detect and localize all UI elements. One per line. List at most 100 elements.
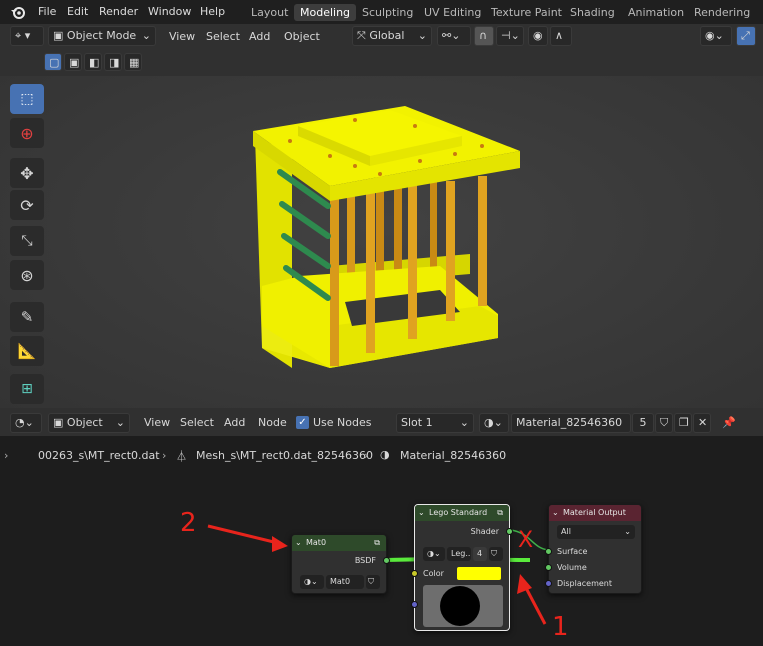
gizmo-toggle[interactable]: ⤢ (736, 26, 756, 46)
add-cube-tool[interactable]: ⊞ (10, 374, 44, 404)
select-new-button[interactable]: ▢ (44, 53, 62, 71)
displacement-input-socket[interactable] (545, 580, 552, 587)
unlink-material-button[interactable]: ✕ (693, 413, 711, 433)
node-group-user-count[interactable]: 4 (473, 547, 487, 561)
shader-type-label: Object (66, 416, 103, 429)
shader-type-dropdown[interactable]: ▣ Object ⌄ (48, 413, 130, 433)
shield-icon[interactable]: ⛉ (366, 575, 380, 589)
tab-sculpting[interactable]: Sculpting (356, 4, 419, 21)
mode-dropdown[interactable]: ▣ Object Mode ⌄ (48, 26, 156, 46)
annotate-tool[interactable]: ✎ (10, 302, 44, 332)
rotate-tool[interactable]: ⟳ (10, 190, 44, 220)
duplicate-material-button[interactable]: ❐ (674, 413, 692, 433)
node-mat0-title: Mat0 (306, 538, 327, 547)
pencil-icon: ✎ (20, 308, 34, 326)
falloff-button[interactable]: ∧ (550, 26, 572, 46)
select-box-tool[interactable]: ⬚ (10, 84, 44, 114)
transform-tool[interactable]: ⊛ (10, 260, 44, 290)
node-editor-header: ◔⌄ ▣ Object ⌄ View Select Add Node ✓ Use… (0, 408, 763, 436)
3d-viewport[interactable]: ⬚ ⊕ ✥ ⟳ ⤡ ⊛ ✎ 📐 ⊞ (0, 76, 763, 408)
viewport-menu-view[interactable]: View (169, 30, 195, 43)
fake-user-button[interactable]: ⛉ (655, 413, 673, 433)
select-difference-icon: ◨ (109, 56, 120, 69)
cursor-tool[interactable]: ⊕ (10, 118, 44, 148)
chevron-down-icon: ⌄ (459, 416, 469, 429)
node-mat0[interactable]: ⌄ Mat0 ⧉ BSDF ◑⌄ Mat0 ⛉ (291, 534, 390, 594)
move-tool[interactable]: ✥ (10, 158, 44, 188)
tab-uv-editing[interactable]: UV Editing (418, 4, 487, 21)
node-canvas[interactable]: 2 1 X ⌄ Mat0 ⧉ BSDF ◑⌄ Mat0 ⛉ ⌄ Lego Sta… (0, 474, 763, 646)
color-input-socket[interactable] (411, 570, 418, 577)
shield-icon[interactable]: ⛉ (489, 547, 503, 561)
snap-toggle[interactable]: ∩ (474, 26, 494, 46)
collapse-chevron-icon[interactable]: ⌄ (552, 505, 559, 521)
tab-shading[interactable]: Shading (564, 4, 621, 21)
tab-rendering[interactable]: Rendering (688, 4, 756, 21)
select-subtract-icon: ◧ (89, 56, 100, 69)
select-subtract-button[interactable]: ◧ (84, 53, 102, 71)
orientation-label: Global (369, 29, 405, 42)
tab-animation[interactable]: Animation (622, 4, 690, 21)
slot-dropdown[interactable]: Slot 1 ⌄ (396, 413, 474, 433)
output-target-dropdown[interactable]: All ⌄ (557, 525, 635, 539)
menu-render[interactable]: Render (99, 5, 138, 18)
use-nodes-checkbox[interactable]: ✓ (296, 416, 309, 429)
collapse-chevron-icon[interactable]: ⌄ (418, 505, 425, 521)
user-count-button[interactable]: 5 (632, 413, 654, 433)
use-nodes-label: Use Nodes (313, 416, 372, 429)
node-mat0-header[interactable]: ⌄ Mat0 ⧉ (292, 535, 386, 551)
proportional-editing-toggle[interactable]: ◉ (528, 26, 548, 46)
menu-window[interactable]: Window (148, 5, 191, 18)
blender-logo-icon[interactable] (10, 4, 26, 23)
menu-file[interactable]: File (38, 5, 56, 18)
mode-label: Object Mode (66, 29, 137, 42)
vector-input-socket[interactable] (411, 601, 418, 608)
node-editor-icon: ◔ (15, 416, 25, 429)
select-intersect-button[interactable]: ▦ (124, 53, 142, 71)
node-output-header[interactable]: ⌄ Material Output (549, 505, 641, 521)
pivot-button[interactable]: ⚯⌄ (437, 26, 471, 46)
collapse-chevron-icon[interactable]: ⌄ (295, 535, 302, 551)
bsdf-output-socket[interactable] (383, 557, 390, 564)
scale-tool[interactable]: ⤡ (10, 226, 44, 256)
visibility-button[interactable]: ◉⌄ (700, 26, 732, 46)
menu-edit[interactable]: Edit (67, 5, 88, 18)
node-menu-view[interactable]: View (144, 416, 170, 429)
tab-modeling[interactable]: Modeling (294, 4, 357, 21)
viewport-menu-object[interactable]: Object (284, 30, 320, 43)
chevron-down-icon: ⌄ (115, 416, 125, 429)
node-lego-standard[interactable]: ⌄ Lego Standard ⧉ Shader ◑⌄ Leg.. 4 ⛉ Co… (411, 504, 513, 631)
volume-input-socket[interactable] (545, 564, 552, 571)
node-lego-header[interactable]: ⌄ Lego Standard ⧉ (415, 505, 509, 521)
color-swatch[interactable] (457, 567, 501, 580)
node-menu-select[interactable]: Select (180, 416, 214, 429)
node-menu-node[interactable]: Node (258, 416, 287, 429)
snap-target-button[interactable]: ⊣⌄ (496, 26, 524, 46)
editor-type-button[interactable]: ◔⌄ (10, 413, 42, 433)
shader-output-socket[interactable] (506, 528, 513, 535)
pin-icon[interactable]: 📌 (722, 416, 736, 429)
node-mat0-material-field[interactable]: Mat0 (326, 575, 364, 589)
shader-output-label: Shader (470, 527, 499, 536)
magnet-icon: ∩ (479, 29, 488, 42)
breadcrumb-mesh: Mesh_s\MT_rect0.dat_82546360 (196, 449, 374, 462)
viewport-menu-select[interactable]: Select (206, 30, 240, 43)
editor-type-button[interactable]: ⌖ ▾ (10, 26, 44, 46)
node-menu-add[interactable]: Add (224, 416, 245, 429)
viewport-menu-add[interactable]: Add (249, 30, 270, 43)
group-browse-button[interactable]: ◑⌄ (423, 547, 445, 561)
tab-texture-paint[interactable]: Texture Paint (485, 4, 568, 21)
select-extend-button[interactable]: ▣ (64, 53, 82, 71)
material-browse-button[interactable]: ◑⌄ (300, 575, 324, 589)
measure-tool[interactable]: 📐 (10, 336, 44, 366)
tab-layout[interactable]: Layout (245, 4, 294, 21)
node-group-field[interactable]: Leg.. (447, 547, 471, 561)
menu-help[interactable]: Help (200, 5, 225, 18)
select-difference-button[interactable]: ◨ (104, 53, 122, 71)
node-material-output[interactable]: ⌄ Material Output All ⌄ Surface Volume D… (545, 504, 642, 594)
material-name-field[interactable]: Material_82546360 (511, 413, 631, 433)
material-browse-button[interactable]: ◑⌄ (479, 413, 509, 433)
orientation-dropdown[interactable]: ⤧ Global ⌄ (352, 26, 432, 46)
breadcrumb-material: Material_82546360 (400, 449, 507, 462)
surface-input-socket[interactable] (545, 548, 552, 555)
